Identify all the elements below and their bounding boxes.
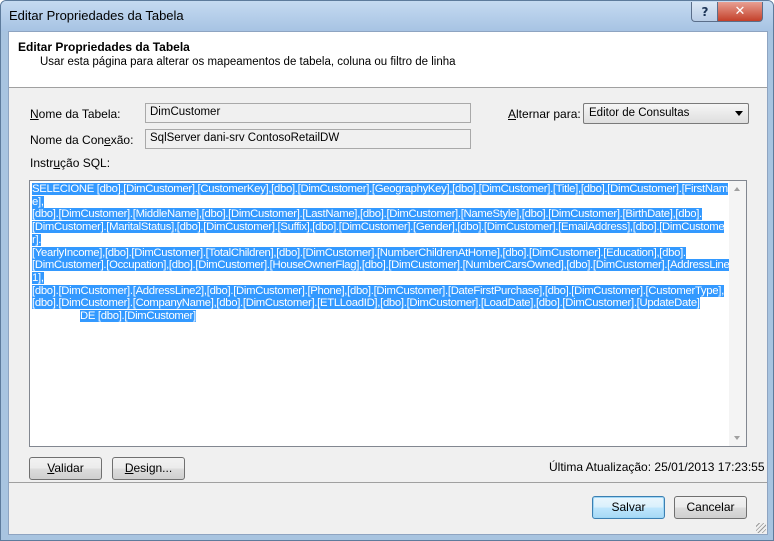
window-title: Editar Propriedades da Tabela xyxy=(9,8,184,23)
toggle-selected-value: Editor de Consultas xyxy=(589,107,690,119)
sql-line: SELECIONE [dbo].[DimCustomer].[CustomerK… xyxy=(32,183,728,208)
sql-line: [dbo].[DimCustomer].[MiddleName],[dbo].[… xyxy=(32,208,702,221)
sql-line: [DimCustomer].[Occupation],[dbo].[DimCus… xyxy=(32,259,730,284)
close-icon: ✕ xyxy=(734,4,746,19)
page-subtitle: Usar esta página para alterar os mapeame… xyxy=(40,56,456,68)
footer-divider xyxy=(9,482,767,483)
resize-grip-icon[interactable] xyxy=(756,523,766,533)
sql-line: [dbo].[DimCustomer].[CompanyName],[dbo].… xyxy=(32,297,700,310)
connection-field[interactable]: SqlServer dani-srv ContosoRetailDW xyxy=(145,129,471,149)
connection-label: Nome da Conexão: xyxy=(30,133,134,147)
last-update-status: Última Atualização: 25/01/2013 17:23:55 xyxy=(549,460,765,474)
chevron-down-icon xyxy=(735,111,743,116)
design-button[interactable]: Design... xyxy=(112,457,185,480)
scroll-up-icon[interactable] xyxy=(734,187,740,191)
cancel-button[interactable]: Cancelar xyxy=(674,496,747,519)
dialog-window: Editar Propriedades da Tabela ? ✕ Editar… xyxy=(0,0,774,541)
page-header: Editar Propriedades da Tabela Usar esta … xyxy=(9,32,767,88)
sql-label: Instrução SQL: xyxy=(30,156,111,170)
sql-line: [DimCustomer].[MaritalStatus],[dbo].[Dim… xyxy=(32,221,725,246)
toggle-select[interactable]: Editor de Consultas xyxy=(583,103,749,124)
last-update-value: 25/01/2013 17:23:55 xyxy=(654,460,765,474)
sql-line: [YearlyIncome],[dbo].[DimCustomer].[Tota… xyxy=(32,246,686,259)
save-button[interactable]: Salvar xyxy=(592,496,665,519)
page-title: Editar Propriedades da Tabela xyxy=(18,40,190,54)
table-name-label: Nome da Tabela: xyxy=(30,107,121,121)
validate-button[interactable]: Validar xyxy=(29,457,102,480)
help-icon: ? xyxy=(701,4,709,19)
help-button[interactable]: ? xyxy=(691,2,719,22)
sql-line: DE [dbo].[DimCustomer] xyxy=(80,310,196,323)
sql-line: [dbo].[DimCustomer].[AddressLine2],[dbo]… xyxy=(32,284,724,297)
sql-text[interactable]: SELECIONE [dbo].[DimCustomer].[CustomerK… xyxy=(32,183,732,323)
close-button[interactable]: ✕ xyxy=(717,2,763,22)
title-bar[interactable]: Editar Propriedades da Tabela ? ✕ xyxy=(1,1,773,31)
sql-editor[interactable]: SELECIONE [dbo].[DimCustomer].[CustomerK… xyxy=(29,180,747,447)
dialog-client: Editar Propriedades da Tabela Usar esta … xyxy=(8,31,768,535)
toggle-label: Alternar para: xyxy=(508,107,581,121)
table-name-field[interactable]: DimCustomer xyxy=(145,103,471,123)
vertical-scrollbar[interactable] xyxy=(729,181,746,446)
scroll-down-icon[interactable] xyxy=(734,436,740,440)
